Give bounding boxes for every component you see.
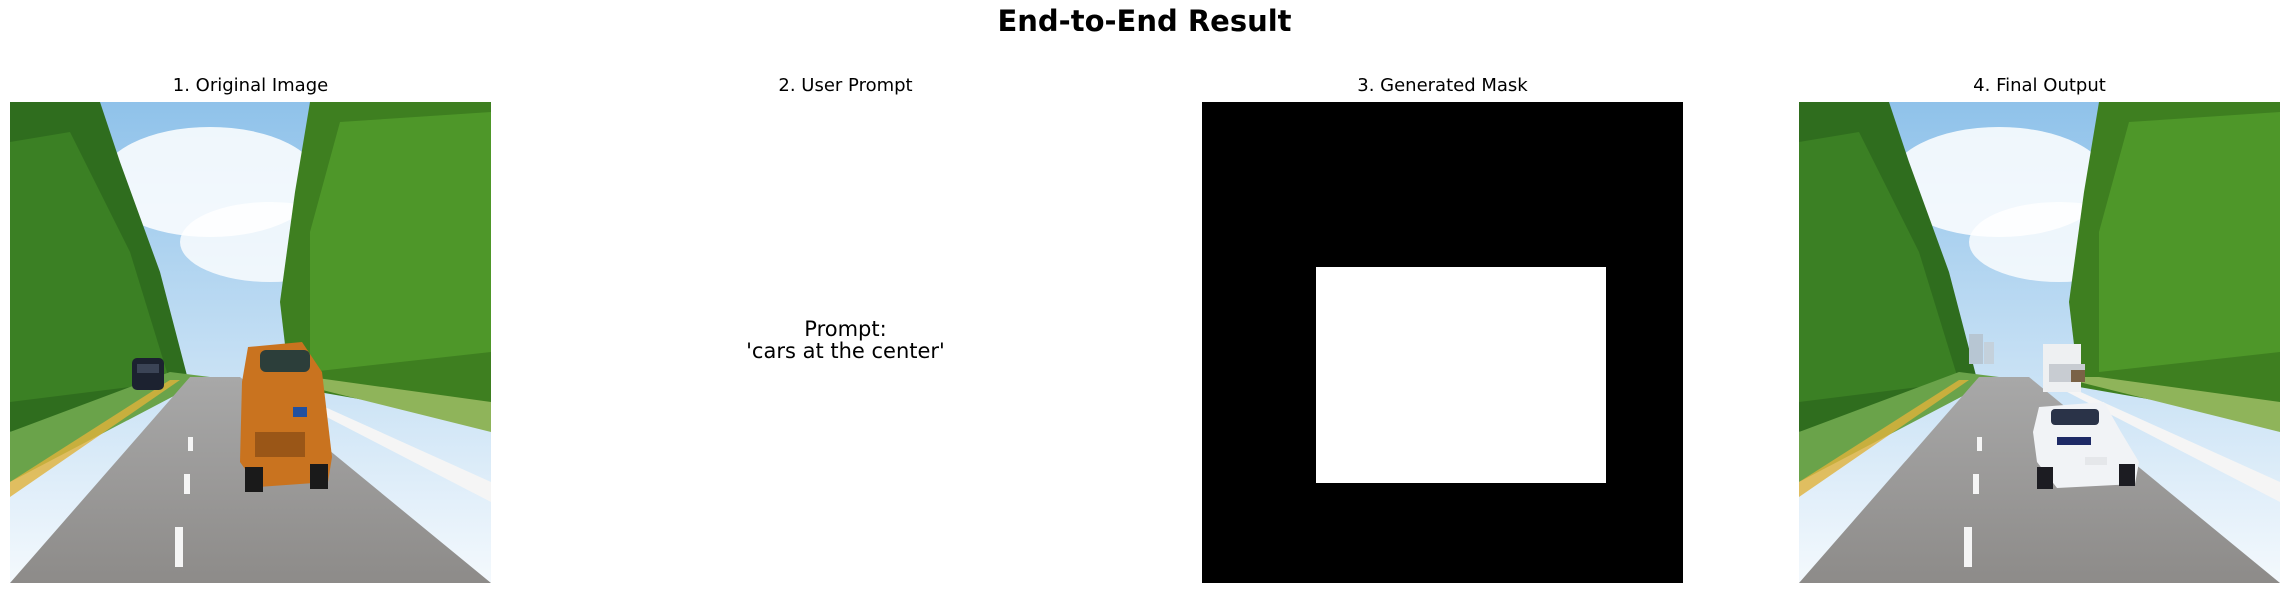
panel-title-original: 1. Original Image bbox=[172, 75, 329, 96]
prompt-panel: Prompt: 'cars at the center' bbox=[605, 102, 1086, 583]
prompt-text: Prompt: 'cars at the center' bbox=[605, 318, 1086, 362]
prompt-value: 'cars at the center' bbox=[746, 339, 945, 363]
generated-mask bbox=[1202, 102, 1683, 583]
original-image bbox=[10, 102, 491, 583]
panel-title-final: 4. Final Output bbox=[1973, 75, 2106, 96]
final-output bbox=[1799, 102, 2280, 583]
figure-title: End-to-End Result bbox=[997, 4, 1292, 38]
prompt-label: Prompt: bbox=[804, 317, 887, 341]
panel-title-prompt: 2. User Prompt bbox=[778, 75, 913, 96]
original-road-scene bbox=[10, 102, 491, 583]
figure: End-to-End Result 1. Original Image 2. U… bbox=[0, 0, 2289, 593]
final-road-scene bbox=[1799, 102, 2280, 583]
mask-region bbox=[1316, 267, 1606, 483]
mask-graphic bbox=[1202, 102, 1683, 583]
dark-suv bbox=[132, 358, 164, 390]
panel-title-mask: 3. Generated Mask bbox=[1357, 75, 1528, 96]
white-truck bbox=[2043, 344, 2085, 392]
